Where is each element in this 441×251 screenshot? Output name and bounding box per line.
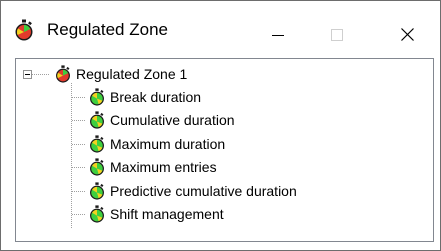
tree-root-label: Regulated Zone 1: [76, 66, 188, 82]
minimize-button[interactable]: [254, 13, 300, 49]
stopwatch-red-icon: [13, 19, 35, 41]
tree-view[interactable]: Regulated Zone 1 Break duration Cumulati…: [15, 58, 434, 242]
tree-item-label: Shift management: [110, 206, 224, 222]
tree-item-cumulative-duration[interactable]: Cumulative duration: [88, 109, 288, 131]
app-window: Regulated Zone Regulated Zone 1 Break du…: [0, 0, 441, 251]
stopwatch-green-icon: [88, 111, 106, 129]
close-button[interactable]: [384, 13, 430, 49]
maximize-icon: [331, 29, 343, 41]
stopwatch-green-icon: [88, 205, 106, 223]
window-title: Regulated Zone: [47, 20, 168, 39]
tree-root-node[interactable]: Regulated Zone 1: [54, 63, 224, 85]
tree-item-label: Cumulative duration: [110, 112, 235, 128]
tree-item-predictive-cumulative-duration[interactable]: Predictive cumulative duration: [88, 180, 378, 202]
stopwatch-red-icon: [54, 65, 72, 83]
collapse-toggle[interactable]: [23, 70, 32, 79]
tree-item-label: Break duration: [110, 89, 202, 105]
stopwatch-green-icon: [88, 88, 106, 106]
close-icon: [401, 28, 414, 41]
stopwatch-green-icon: [88, 158, 106, 176]
maximize-button[interactable]: [314, 13, 360, 49]
tree-item-maximum-duration[interactable]: Maximum duration: [88, 133, 278, 155]
tree-item-label: Predictive cumulative duration: [110, 183, 297, 199]
tree-item-shift-management[interactable]: Shift management: [88, 203, 268, 225]
stopwatch-green-icon: [88, 135, 106, 153]
tree-item-break-duration[interactable]: Break duration: [88, 86, 238, 108]
stopwatch-green-icon: [88, 182, 106, 200]
tree-item-maximum-entries[interactable]: Maximum entries: [88, 156, 268, 178]
tree-item-label: Maximum entries: [110, 159, 217, 175]
minimize-icon: [272, 35, 284, 36]
title-bar[interactable]: Regulated Zone: [1, 1, 440, 54]
tree-item-label: Maximum duration: [110, 136, 226, 152]
